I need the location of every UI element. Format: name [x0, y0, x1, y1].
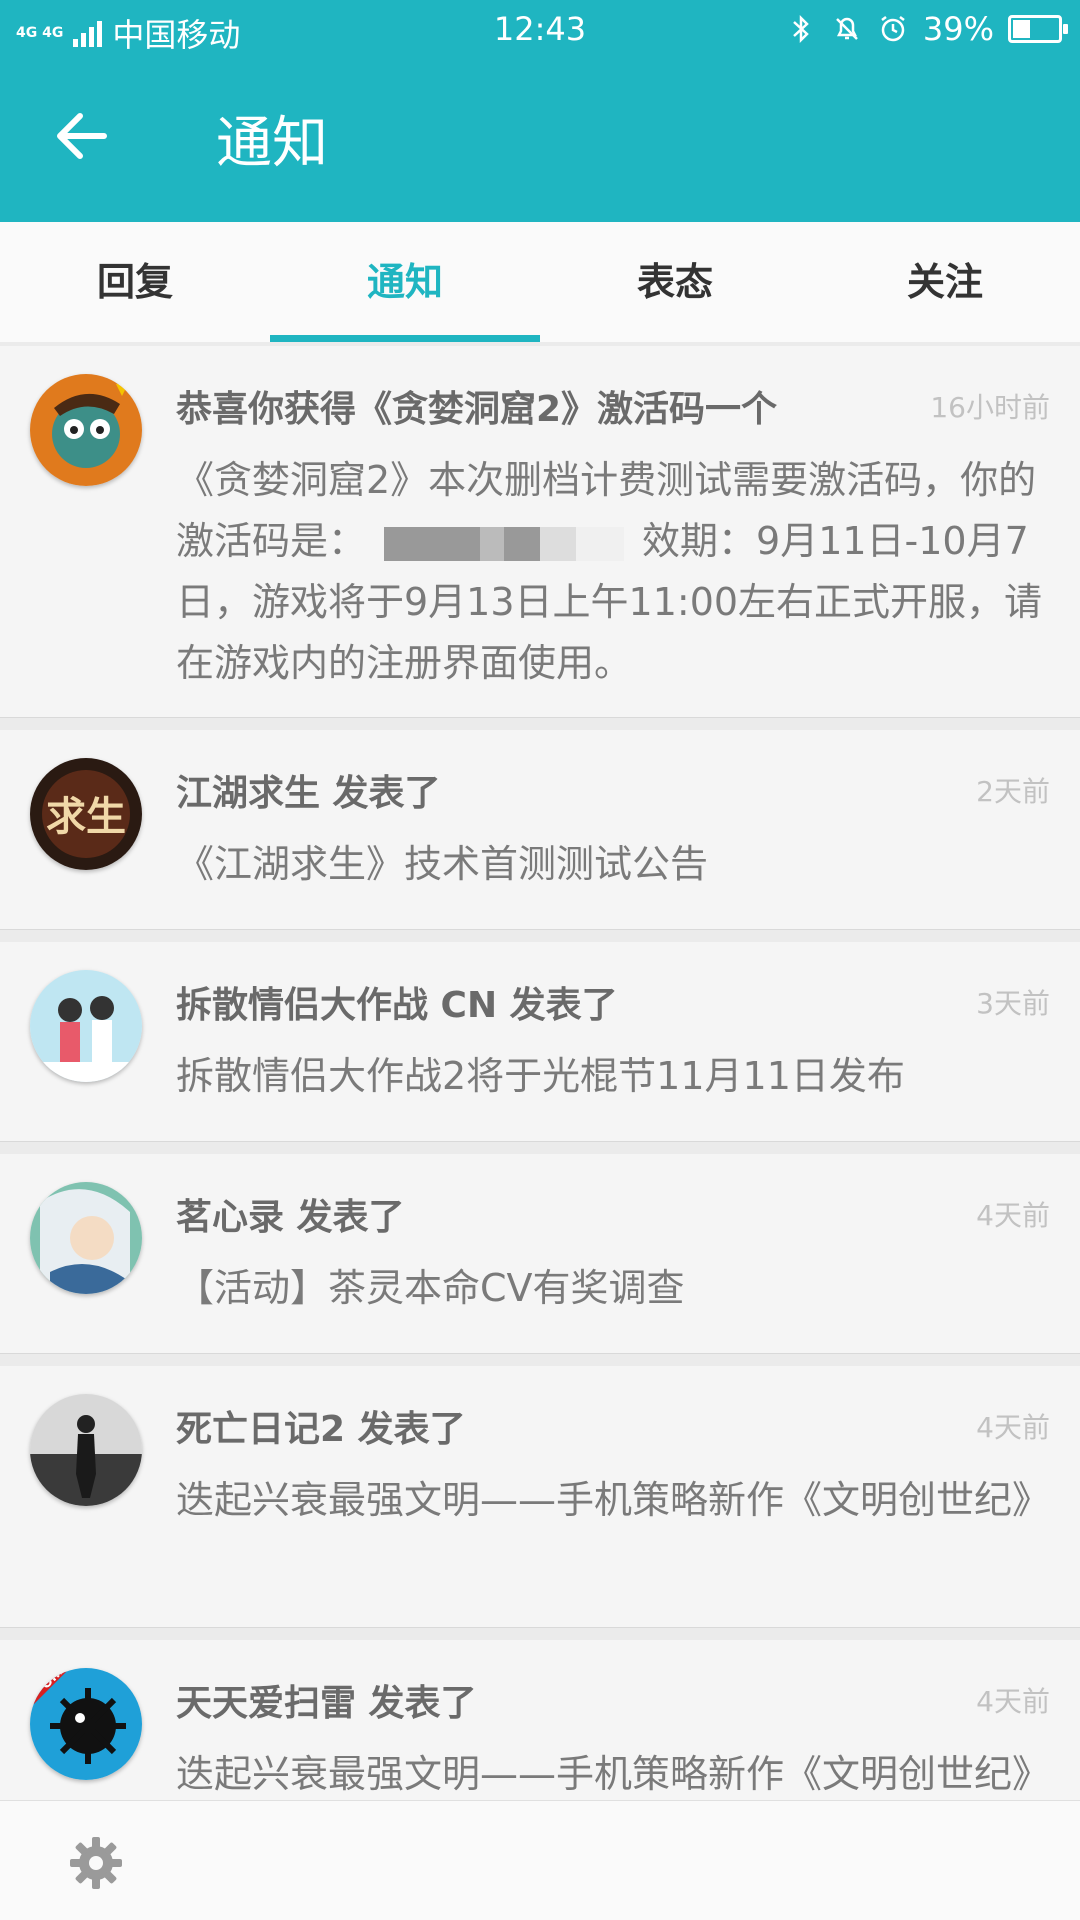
notification-item[interactable]: Online 天天爱扫雷 发表了 4天前 迭起兴衰最强文明——手机策略新作《文明… [0, 1640, 1080, 1800]
notification-body: 迭起兴衰最强文明——手机策略新作《文明创世纪》 [176, 1478, 1051, 1522]
tab-reaction[interactable]: 表态 [540, 222, 810, 342]
death-diary-avatar[interactable] [30, 1394, 142, 1506]
notification-title: 恭喜你获得《贪婪洞窟2》激活码一个 [176, 389, 778, 430]
redacted-code [384, 526, 625, 561]
battery-icon [1008, 15, 1068, 43]
notification-body: 《贪婪洞窟2》本次删档计费测试需要激活码，你的激活码是： 效期：9月11日-10月… [176, 450, 1050, 694]
notification-title: 死亡日记2 发表了 [176, 1409, 466, 1450]
cave-game-avatar[interactable] [30, 374, 142, 486]
bottom-bar [0, 1800, 1080, 1920]
battery-level [1013, 20, 1031, 38]
top-bar: 4G 4G 中国移动 12:43 39% 通知 [0, 0, 1080, 222]
notification-list: 恭喜你获得《贪婪洞窟2》激活码一个 16小时前 《贪婪洞窟2》本次删档计费测试需… [0, 346, 1080, 1800]
notification-body: 拆散情侣大作战2将于光棍节11月11日发布 [176, 1054, 905, 1098]
page-title: 通知 [216, 111, 328, 176]
notification-time: 16小时前 [930, 391, 1050, 424]
notification-body: 迭起兴衰最强文明——手机策略新作《文明创世纪》 [176, 1752, 1051, 1796]
tab-reply[interactable]: 回复 [0, 222, 270, 342]
gear-icon[interactable] [68, 1835, 124, 1891]
notification-item[interactable]: 死亡日记2 发表了 4天前 迭起兴衰最强文明——手机策略新作《文明创世纪》 [0, 1366, 1080, 1628]
alarm-icon [881, 16, 905, 42]
notification-time: 4天前 [976, 1685, 1050, 1718]
notification-time: 2天前 [976, 775, 1050, 808]
minesweeper-avatar[interactable]: Online [30, 1668, 142, 1780]
notification-time: 4天前 [976, 1199, 1050, 1232]
notification-title: 拆散情侣大作战 CN 发表了 [176, 985, 618, 1026]
notification-item[interactable]: 茗心录 发表了 4天前 【活动】茶灵本命CV有奖调查 [0, 1154, 1080, 1354]
status-bar: 4G 4G 中国移动 12:43 39% [0, 0, 1080, 58]
couple-game-avatar[interactable] [30, 970, 142, 1082]
notification-item[interactable]: 恭喜你获得《贪婪洞窟2》激活码一个 16小时前 《贪婪洞窟2》本次删档计费测试需… [0, 346, 1080, 718]
tab-bar: 回复 通知 表态 关注 [0, 222, 1080, 342]
notification-time: 3天前 [976, 987, 1050, 1020]
notification-item[interactable]: 拆散情侣大作战 CN 发表了 3天前 拆散情侣大作战2将于光棍节11月11日发布 [0, 942, 1080, 1142]
notification-title: 茗心录 发表了 [176, 1197, 405, 1238]
notification-item[interactable]: 求生 江湖求生 发表了 2天前 《江湖求生》技术首测测试公告 [0, 730, 1080, 930]
notification-body: 【活动】茶灵本命CV有奖调查 [176, 1266, 685, 1310]
back-arrow-icon[interactable] [52, 106, 112, 166]
avatar-text: 求生 [46, 793, 126, 840]
notification-title: 天天爱扫雷 发表了 [176, 1683, 477, 1724]
tab-follow[interactable]: 关注 [810, 222, 1080, 342]
jianghu-game-avatar[interactable]: 求生 [30, 758, 142, 870]
tab-notice[interactable]: 通知 [270, 222, 540, 342]
app-header: 通知 [0, 58, 1080, 222]
mute-bell-icon [835, 17, 858, 40]
battery-percent: 39% [922, 10, 994, 48]
notification-time: 4天前 [976, 1411, 1050, 1444]
mingxinlu-game-avatar[interactable] [30, 1182, 142, 1294]
notification-title: 江湖求生 发表了 [176, 773, 441, 814]
bluetooth-icon [793, 14, 809, 44]
notification-body: 《江湖求生》技术首测测试公告 [176, 842, 709, 886]
